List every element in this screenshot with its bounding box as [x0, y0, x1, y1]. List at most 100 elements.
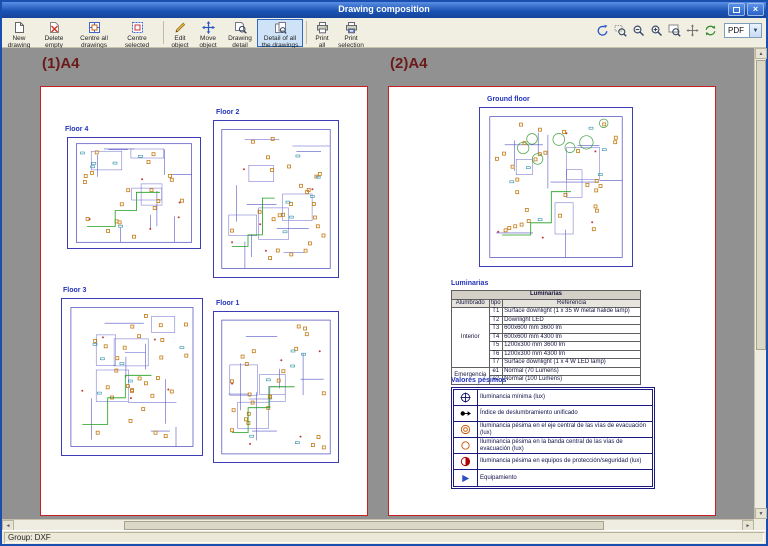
legend-item: Iluminancia pésima en equipos de protecc…: [454, 454, 652, 470]
legend-item: Iluminancia pésima en el eje central de …: [454, 422, 652, 438]
delete-empty-spaces-button[interactable]: Delete empty spaces: [34, 19, 74, 56]
zoom-all-button[interactable]: [666, 22, 683, 39]
new-drawing-button[interactable]: New drawing: [4, 19, 34, 49]
button-label: Edit object: [171, 35, 189, 49]
export-format-combo[interactable]: PDF ▼: [724, 23, 762, 38]
legend-object[interactable]: Iluminancia mínima (lux) Índice de deslum…: [451, 387, 655, 489]
chevron-down-icon[interactable]: ▼: [750, 23, 762, 38]
arrow-dot-icon: [460, 411, 471, 416]
button-label: Drawing detail: [228, 35, 252, 49]
zoom-in-button[interactable]: [648, 22, 665, 39]
export-format-value: PDF: [724, 23, 750, 38]
drawing-detail-button[interactable]: Drawing detail: [223, 19, 257, 49]
print-selection-icon: [345, 22, 357, 34]
zoom-scale-button[interactable]: [630, 22, 647, 39]
centre-selected-drawings-button[interactable]: Centre selected drawings: [114, 19, 160, 56]
button-label: Detail of all the drawings: [261, 35, 299, 49]
centre-all-drawings-icon: [88, 22, 100, 33]
legend-title: Valores pésimos: [451, 377, 507, 384]
status-group: Group: DXF: [4, 532, 764, 543]
toolbar-separator: [306, 21, 307, 44]
floor-3-label: Floor 3: [63, 287, 87, 294]
print-selection-button[interactable]: Print selection: [334, 19, 368, 49]
edit-object-icon: [174, 22, 185, 33]
sheet-1-label: (1)A4: [42, 55, 80, 72]
sheet-2-label: (2)A4: [390, 55, 428, 72]
circle-icon: [461, 441, 470, 450]
title-bar[interactable]: Drawing composition ×: [2, 2, 766, 18]
legend-rows: Iluminancia mínima (lux) Índice de deslum…: [453, 389, 653, 487]
floor-1-plan[interactable]: [213, 311, 339, 463]
floor-plan-drawing: [61, 298, 203, 456]
ground-floor-plan[interactable]: [479, 107, 633, 267]
drawing-detail-icon: [234, 22, 247, 34]
redraw-button[interactable]: [594, 22, 611, 39]
zoom-scale-icon: [633, 25, 644, 36]
horizontal-scroll-thumb[interactable]: [124, 521, 604, 530]
table-row: Emergencia e1 Normal (70 Lumens): [451, 366, 641, 385]
pan-button[interactable]: [684, 22, 701, 39]
floor-plan-drawing: [479, 107, 633, 267]
zoom-all-icon: [668, 24, 681, 37]
double-circle-icon: [460, 424, 471, 435]
scrollbar-corner: [754, 519, 766, 530]
sheet-1[interactable]: Floor 4 Floor 2 Floor 3 Floor 1: [40, 86, 368, 516]
floor-4-plan[interactable]: [67, 137, 201, 249]
legend-item: Índice de deslumbramiento unificado: [454, 406, 652, 422]
drawing-composition-window: Drawing composition × New drawing Delete…: [0, 0, 768, 546]
table-title-row: Luminarias: [451, 290, 641, 300]
print-all-icon: [316, 22, 328, 34]
move-object-icon: [201, 21, 215, 34]
refresh-button[interactable]: [702, 22, 719, 39]
zoom-window-button[interactable]: [612, 22, 629, 39]
button-label: Print selection: [338, 35, 364, 49]
vertical-scrollbar[interactable]: ▲ ▼: [754, 48, 767, 519]
delete-empty-spaces-icon: [49, 22, 59, 33]
new-drawing-icon: [14, 22, 24, 33]
zoom-window-icon: [614, 25, 627, 37]
drawing-canvas[interactable]: (1)A4 (2)A4 Floor 4 Floor 2 Floor 3 Floo…: [2, 48, 754, 519]
print-all-button[interactable]: Print all: [310, 19, 334, 49]
table-header-row: Alumbrado tipo Referencia: [451, 298, 641, 308]
sheet-2[interactable]: Ground floor Luminarias Luminarias Alumbr…: [388, 86, 716, 516]
table-row: Interior T1 Surface downlight (1 x 35 W me…: [451, 307, 641, 368]
button-label: Print all: [315, 35, 329, 49]
horizontal-scrollbar[interactable]: ◄ ►: [2, 519, 754, 531]
scroll-down-icon[interactable]: ▼: [755, 508, 767, 519]
button-label: Move object: [199, 35, 217, 49]
luminaires-table: Luminarias Alumbrado tipo Referencia Interio…: [451, 290, 641, 385]
move-object-button[interactable]: Move object: [193, 19, 223, 49]
triangle-icon: [462, 474, 470, 482]
button-label: Centre all drawings: [80, 35, 108, 49]
legend-item: Equipamiento: [454, 470, 652, 486]
floor-3-plan[interactable]: [61, 298, 203, 456]
maximize-icon: [733, 6, 740, 13]
floor-4-label: Floor 4: [65, 126, 89, 133]
legend-item: Iluminancia pésima en la banda central d…: [454, 438, 652, 454]
floor-plan-drawing: [67, 137, 201, 249]
detail-of-all-drawings-button[interactable]: Detail of all the drawings: [257, 19, 303, 49]
pan-icon: [686, 24, 699, 37]
view-toolbar: PDF ▼: [594, 22, 762, 39]
close-button[interactable]: ×: [747, 3, 764, 16]
luminaires-table-object[interactable]: Luminarias Alumbrado tipo Referencia Interio…: [451, 290, 641, 385]
window-title: Drawing composition: [338, 4, 430, 14]
vertical-scroll-thumb[interactable]: [756, 60, 766, 350]
circle-cross-icon: [460, 392, 471, 403]
floor-plan-drawing: [213, 120, 339, 278]
centre-selected-drawings-icon: [131, 22, 143, 33]
centre-all-drawings-button[interactable]: Centre all drawings: [74, 19, 114, 49]
floor-2-plan[interactable]: [213, 120, 339, 278]
detail-of-all-drawings-icon: [274, 22, 287, 34]
toolbar-separator: [163, 21, 164, 44]
ground-floor-label: Ground floor: [487, 96, 530, 103]
edit-object-button[interactable]: Edit object: [167, 19, 193, 49]
luminaires-section-label: Luminarias: [451, 280, 489, 287]
redraw-icon: [597, 24, 608, 36]
status-bar: Group: DXF: [2, 530, 766, 544]
half-circle-icon: [460, 456, 471, 467]
floor-plan-drawing: [213, 311, 339, 463]
scroll-up-icon[interactable]: ▲: [755, 48, 767, 59]
maximize-button[interactable]: [728, 3, 745, 16]
zoom-in-icon: [651, 25, 662, 36]
